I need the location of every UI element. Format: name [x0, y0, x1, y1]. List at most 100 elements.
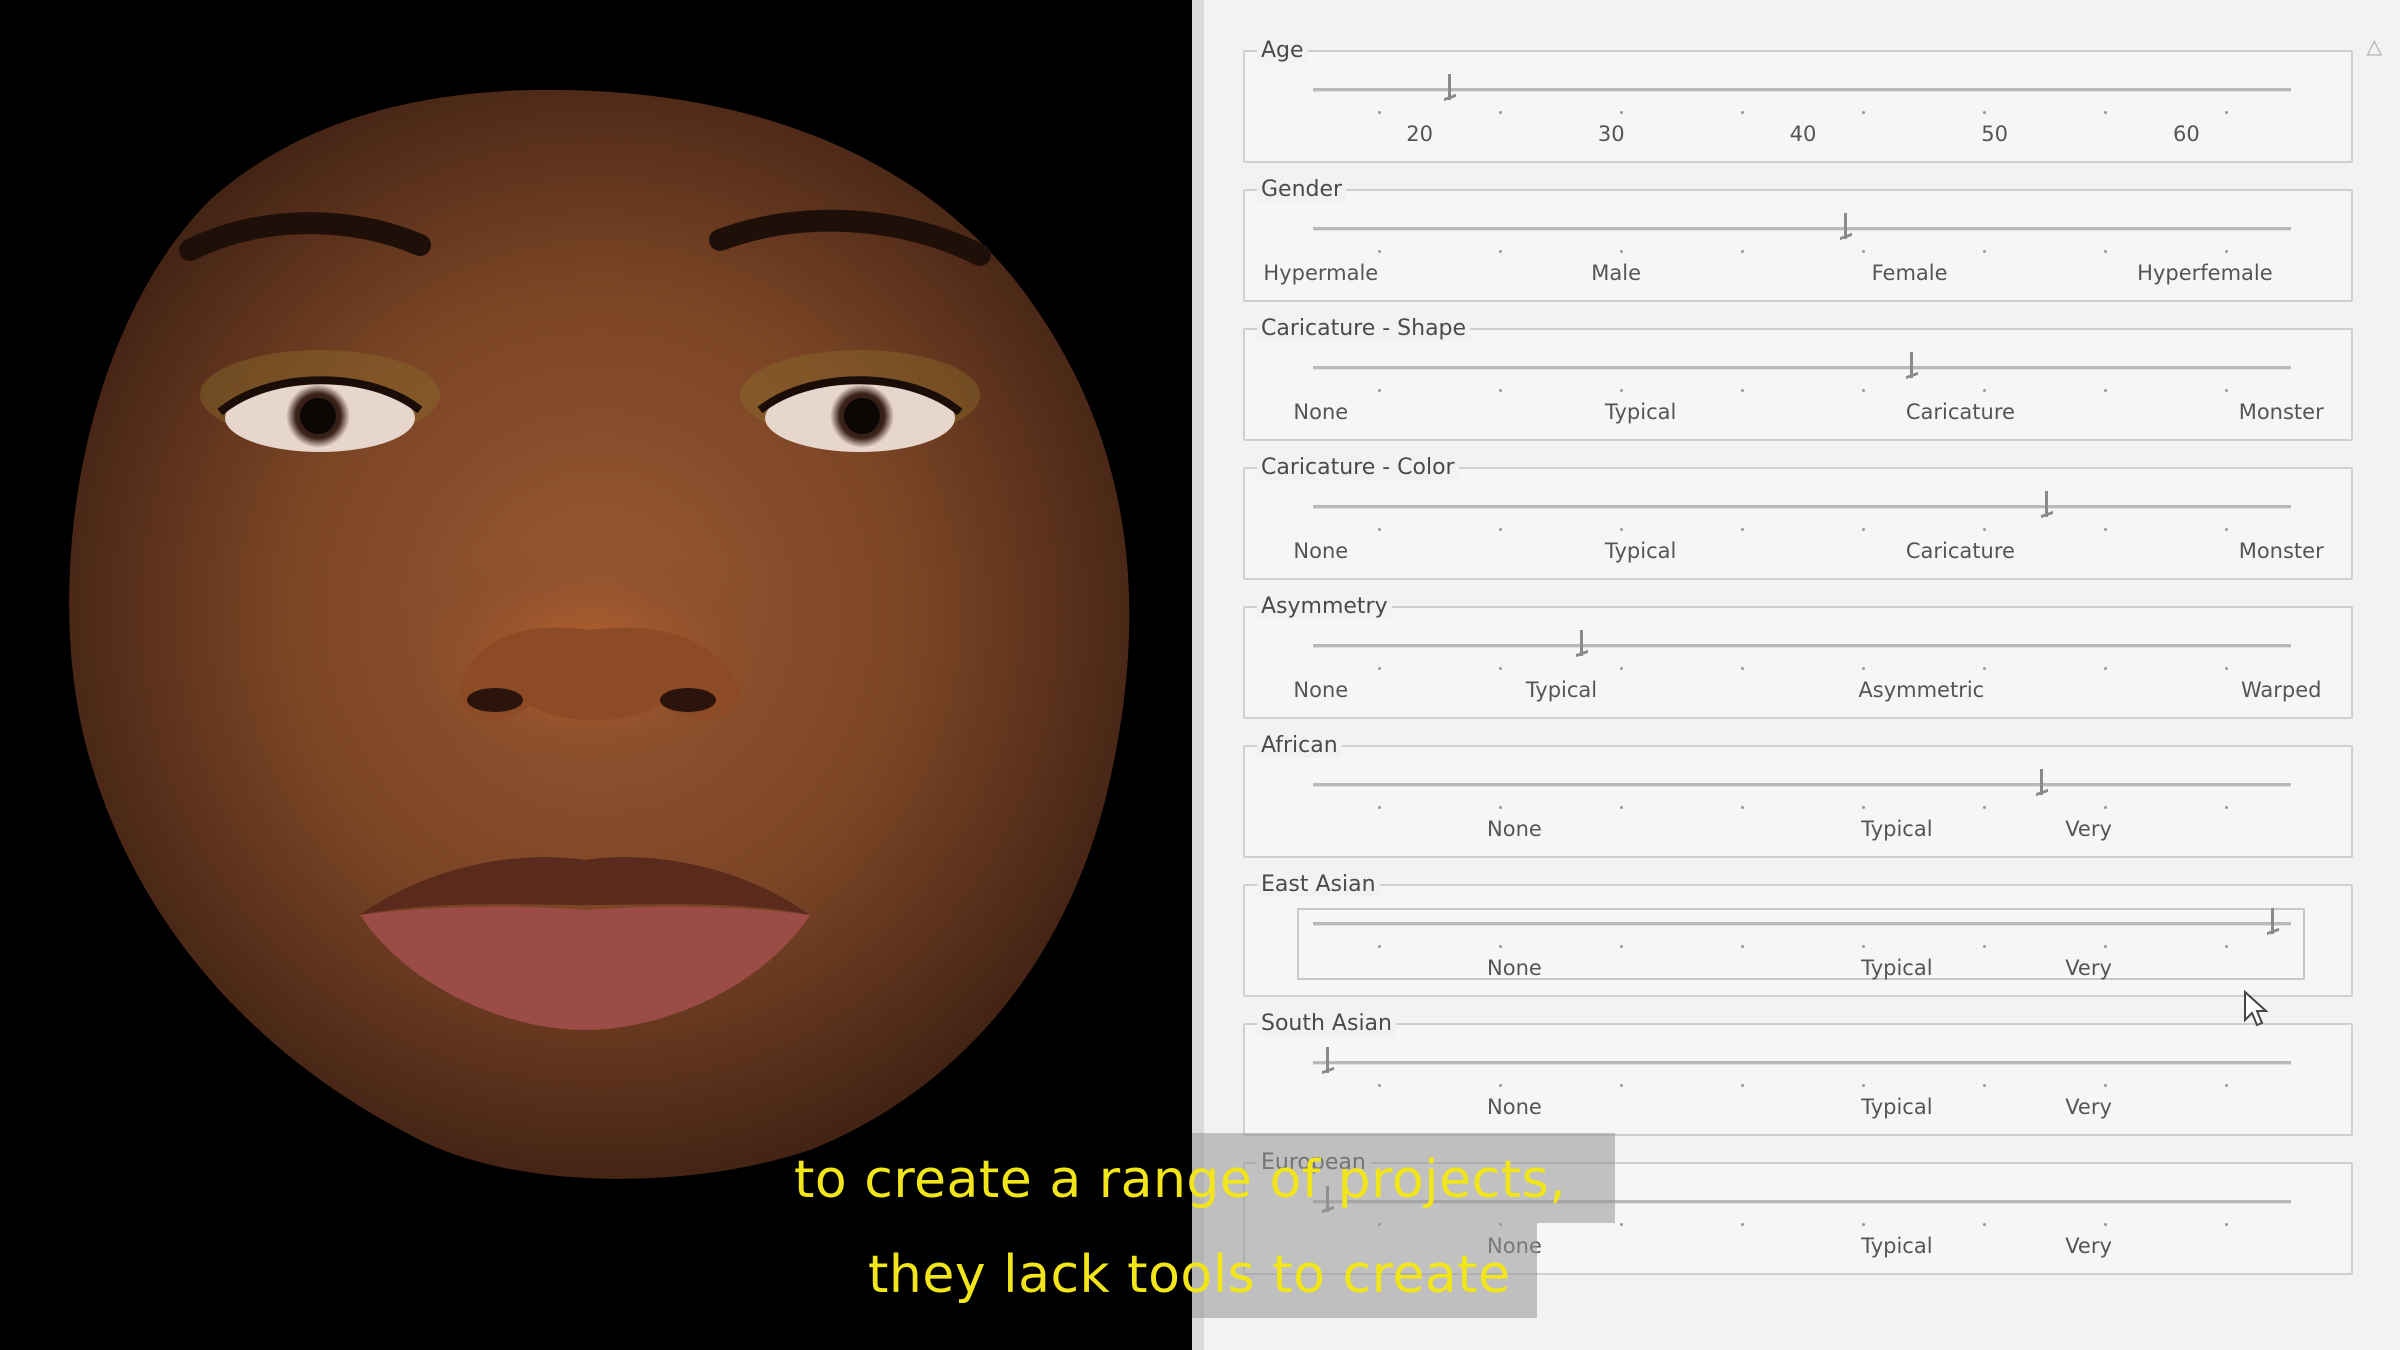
slider-group-age: Age 20 30 40 50 60: [1243, 38, 2353, 163]
slider-tick: [2103, 111, 2107, 114]
slider-tick: [1377, 250, 1381, 253]
slider-tick-label: Caricature: [1905, 539, 2015, 563]
slider-tick: [1740, 528, 1744, 531]
slider-track[interactable]: [1313, 505, 2291, 509]
slider-tick: [1740, 806, 1744, 809]
slider-track[interactable]: [1313, 1061, 2291, 1065]
subtitle-line-1: to create a range of projects,: [794, 1150, 1567, 1210]
slider-tick: [2103, 389, 2107, 392]
slider-tick: [1861, 806, 1865, 809]
slider-tick: [1740, 945, 1744, 948]
slider-tick: [2224, 806, 2228, 809]
slider-tick: [1498, 667, 1502, 670]
slider-tick: [1377, 667, 1381, 670]
slider-tick-label: Male: [1591, 261, 1642, 285]
slider-tick: [1861, 528, 1865, 531]
slider-track[interactable]: [1313, 783, 2291, 787]
slider-tick-label: Typical: [1861, 1234, 1933, 1258]
slider-tick: [2103, 250, 2107, 253]
slider-tick-label: Female: [1871, 261, 1948, 285]
slider-tick-label: Hyperfemale: [2137, 261, 2273, 285]
slider-tick: [1498, 1084, 1502, 1087]
slider-title: East Asian: [1257, 872, 1380, 897]
slider-thumb[interactable]: [1908, 352, 1916, 382]
slider-tick: [1498, 945, 1502, 948]
slider-tick: [1982, 667, 1986, 670]
slider-tick: [1861, 1223, 1865, 1226]
slider-tick-label: Hypermale: [1263, 261, 1379, 285]
slider-track[interactable]: [1313, 922, 2291, 926]
slider-tick: [1982, 111, 1986, 114]
slider-tick-label: Monster: [2238, 539, 2324, 563]
slider-thumb[interactable]: [2269, 908, 2277, 938]
slider-tick: [1982, 1084, 1986, 1087]
slider-tick: [1982, 389, 1986, 392]
slider-tick-label: None: [1293, 539, 1349, 563]
slider-thumb[interactable]: [1842, 213, 1850, 243]
face-viewport: [0, 0, 1192, 1350]
slider-tick-label: Typical: [1861, 817, 1933, 841]
slider-tick: [1377, 111, 1381, 114]
slider-tick: [1619, 806, 1623, 809]
slider-group-caricature-color: Caricature - Color None Typical Caricature M…: [1243, 455, 2353, 580]
slider-group-east-asian: East Asian None Typical Very: [1243, 872, 2353, 997]
slider-tick: [1377, 806, 1381, 809]
slider-tick: [1740, 250, 1744, 253]
slider-tick-label: Typical: [1525, 678, 1598, 702]
slider-thumb[interactable]: [1578, 630, 1586, 660]
slider-thumb[interactable]: [2038, 769, 2046, 799]
slider-group-african: African None Typical Very: [1243, 733, 2353, 858]
slider-tick: [2224, 250, 2228, 253]
slider-tick: [2103, 667, 2107, 670]
slider-tick: [2224, 111, 2228, 114]
panel-tab-strip[interactable]: [1252, 0, 2252, 6]
slider-track[interactable]: [1313, 227, 2291, 231]
slider-tick-label: Typical: [1604, 539, 1677, 563]
slider-tick-label: 30: [1597, 122, 1625, 146]
slider-track[interactable]: [1313, 366, 2291, 370]
slider-tick: [1619, 111, 1623, 114]
slider-tick: [2224, 389, 2228, 392]
slider-tick: [2224, 528, 2228, 531]
slider-title: Caricature - Color: [1257, 455, 1459, 480]
slider-tick-label: Typical: [1861, 1095, 1933, 1119]
slider-tick-label: 60: [2172, 122, 2200, 146]
slider-tick: [1861, 389, 1865, 392]
slider-thumb[interactable]: [1446, 74, 1454, 104]
slider-group-gender: Gender Hypermale Male Female Hyperfemale: [1243, 177, 2353, 302]
slider-tick-label: None: [1487, 1095, 1542, 1119]
slider-thumb[interactable]: [1324, 1047, 1332, 1077]
slider-tick-label: Asymmetric: [1858, 678, 1985, 702]
slider-tick: [1740, 389, 1744, 392]
slider-tick-label: Very: [2065, 1095, 2112, 1119]
slider-tick: [1740, 111, 1744, 114]
slider-tick-label: Very: [2065, 956, 2112, 980]
slider-tick: [2224, 1223, 2228, 1226]
subtitle-line-2: they lack tools to create: [868, 1245, 1511, 1305]
slider-tick: [1377, 1084, 1381, 1087]
slider-tick-label: Typical: [1604, 400, 1677, 424]
slider-track[interactable]: [1313, 88, 2291, 92]
slider-track[interactable]: [1313, 644, 2291, 648]
slider-tick: [2103, 528, 2107, 531]
slider-tick: [2103, 1223, 2107, 1226]
slider-tick: [2224, 667, 2228, 670]
slider-tick: [1982, 250, 1986, 253]
slider-tick-label: Monster: [2238, 400, 2324, 424]
slider-group-caricature-shape: Caricature - Shape None Typical Caricature M…: [1243, 316, 2353, 441]
slider-tick-label: Caricature: [1905, 400, 2015, 424]
slider-tick: [1498, 528, 1502, 531]
face-image: [69, 89, 1130, 1179]
slider-tick: [1377, 945, 1381, 948]
slider-tick: [1861, 111, 1865, 114]
slider-thumb[interactable]: [2043, 491, 2051, 521]
scroll-up-arrow-icon[interactable]: △: [2367, 34, 2382, 58]
slider-tick: [1740, 1223, 1744, 1226]
slider-title: South Asian: [1257, 1011, 1396, 1036]
slider-tick: [1740, 667, 1744, 670]
slider-tick-label: None: [1293, 400, 1349, 424]
slider-tick: [1982, 945, 1986, 948]
slider-tick-label: Very: [2065, 1234, 2112, 1258]
slider-tick: [1498, 806, 1502, 809]
slider-tick: [1498, 250, 1502, 253]
